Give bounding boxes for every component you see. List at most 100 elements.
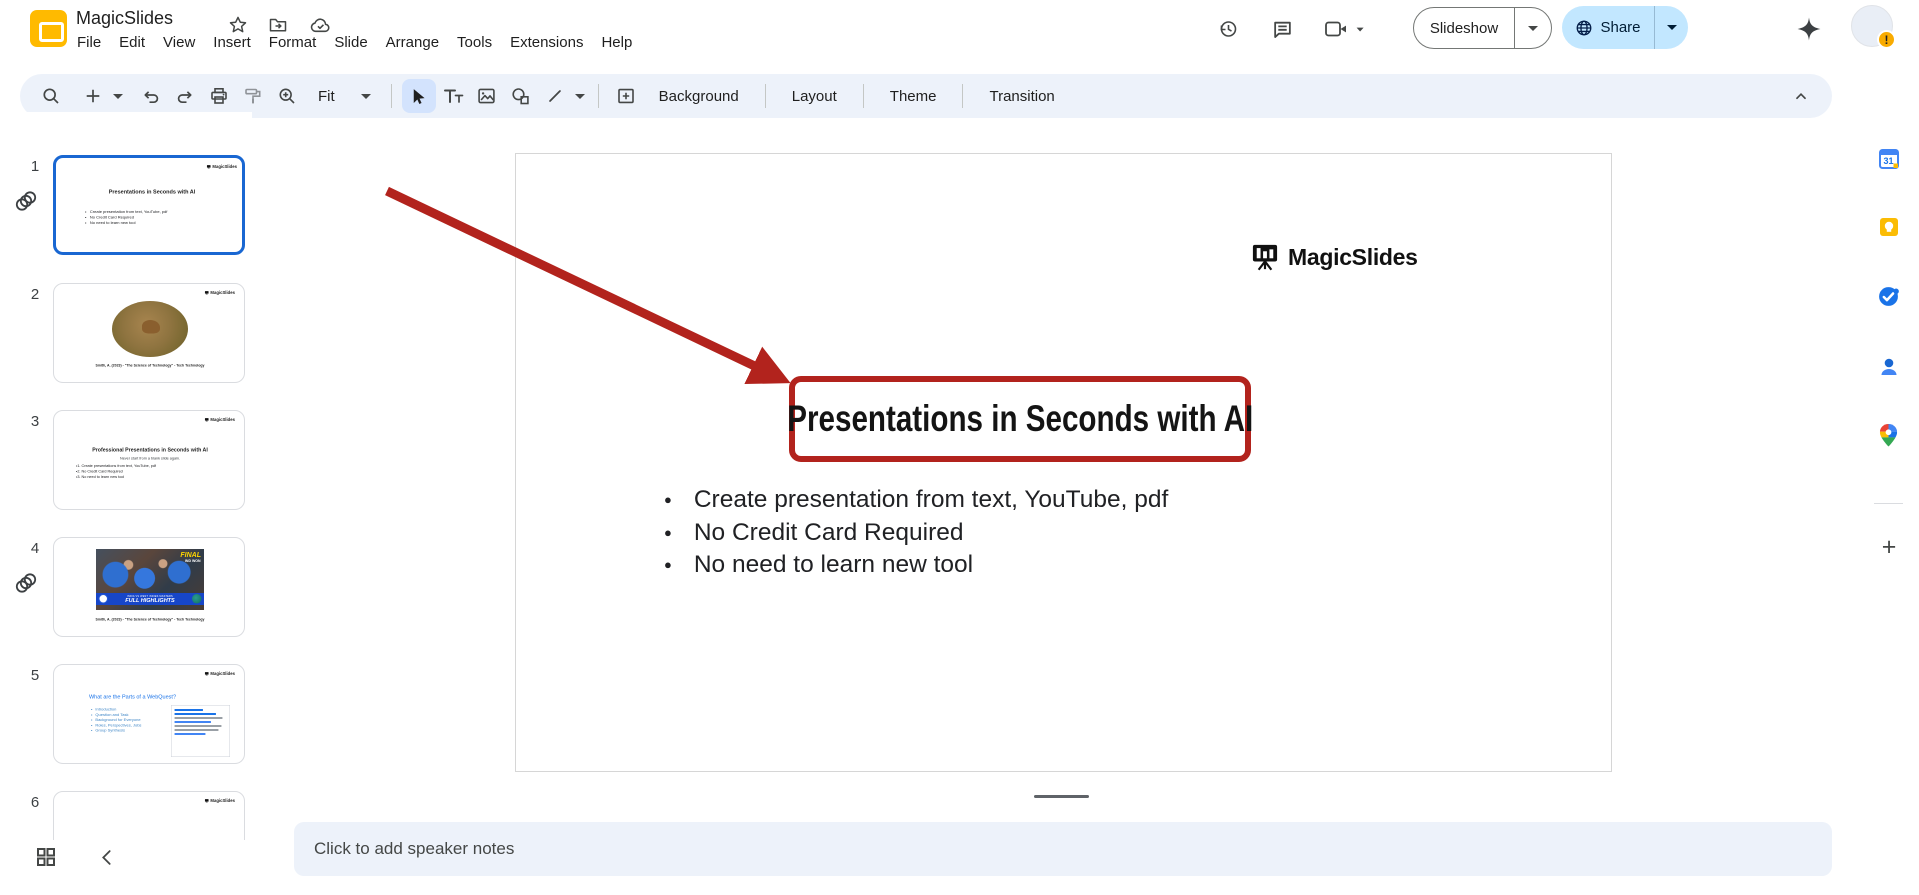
toolbar-divider — [862, 84, 864, 108]
search-menus-icon[interactable] — [34, 79, 68, 113]
side-panel-rail: 31 + — [1858, 56, 1919, 895]
menu-edit[interactable]: Edit — [110, 31, 154, 54]
magicslides-mini-logo: MagicSlides — [204, 671, 235, 676]
zoom-value: Fit — [318, 87, 335, 105]
slide-thumbnail-4[interactable]: FINAL IND WON INDIA VS WEST INDIES MASTE… — [53, 537, 245, 637]
slide-bullet: No need to learn new tool — [664, 550, 1168, 583]
layout-button[interactable]: Layout — [776, 82, 853, 111]
thumb-caption: Smith, A. (2023) - "The Science of Techn… — [95, 364, 205, 368]
share-button-group: Share — [1562, 6, 1688, 49]
maps-icon[interactable] — [1877, 424, 1900, 447]
print-icon[interactable] — [202, 79, 236, 113]
globe-icon — [1577, 20, 1592, 35]
gemini-sparkle-icon[interactable] — [1793, 13, 1825, 45]
paint-format-icon[interactable] — [236, 79, 270, 113]
magicslides-mini-logo: MagicSlides — [206, 164, 237, 169]
menu-arrange[interactable]: Arrange — [377, 31, 448, 54]
zoom-select[interactable]: Fit — [304, 88, 381, 105]
select-tool[interactable] — [401, 79, 436, 113]
new-slide-dropdown[interactable] — [110, 93, 126, 99]
menu-view[interactable]: View — [154, 31, 204, 54]
undo-button[interactable] — [134, 79, 168, 113]
menu-insert[interactable]: Insert — [204, 31, 260, 54]
magicslides-logo-text: MagicSlides — [1288, 243, 1418, 270]
slide-bullet-list[interactable]: Create presentation from text, YouTube, … — [664, 485, 1168, 583]
share-dropdown[interactable] — [1654, 6, 1688, 49]
slide-number: 6 — [30, 794, 40, 811]
slideshow-button[interactable]: Slideshow — [1414, 8, 1514, 48]
slide-thumbnail-6[interactable]: MagicSlides — [53, 791, 245, 840]
redo-button[interactable] — [168, 79, 202, 113]
overlay-final-text: FINAL — [180, 550, 201, 559]
workspace: MagicSlides Presentations in Seconds wit… — [252, 118, 1858, 840]
zoom-in-icon[interactable] — [270, 79, 304, 113]
comments-icon[interactable] — [1266, 13, 1298, 45]
menu-slide[interactable]: Slide — [325, 31, 376, 54]
insert-shape-tool[interactable] — [504, 79, 538, 113]
share-label: Share — [1600, 19, 1641, 36]
account-alert-badge[interactable]: ! — [1877, 30, 1896, 49]
document-title[interactable]: MagicSlides — [76, 8, 173, 29]
slide-link-rings-icon — [13, 570, 39, 596]
tasks-icon[interactable] — [1877, 285, 1900, 308]
slide-bullet: Create presentation from text, YouTube, … — [664, 485, 1168, 518]
hide-menus-chevron-up-icon[interactable] — [1784, 79, 1818, 113]
slide-number: 4 — [30, 540, 40, 557]
add-addon-plus-icon[interactable]: + — [1876, 533, 1902, 561]
version-history-icon[interactable] — [1212, 13, 1244, 45]
insert-image-tool[interactable] — [470, 79, 504, 113]
slide-number: 2 — [30, 286, 40, 303]
speaker-notes-input[interactable]: Click to add speaker notes — [294, 822, 1832, 876]
webquest-template-card — [171, 705, 230, 757]
background-button[interactable]: Background — [643, 82, 755, 111]
filmstrip: 1 2 3 4 5 6 MagicSlides Presentations in… — [0, 112, 252, 840]
notes-resize-handle[interactable] — [1034, 795, 1089, 798]
slide-bullet: No Credit Card Required — [664, 518, 1168, 551]
google-slides-app: MagicSlides File Edit View Insert Format… — [0, 0, 1919, 895]
svg-text:31: 31 — [1883, 156, 1893, 166]
cricket-video-thumbnail: FINAL IND WON INDIA VS WEST INDIES MASTE… — [96, 549, 204, 610]
magicslides-mini-logo: MagicSlides — [204, 290, 235, 295]
menu-extensions[interactable]: Extensions — [501, 31, 592, 54]
slide-link-rings-icon — [13, 188, 39, 214]
highlights-band: INDIA VS WEST INDIES MASTERS FULL HIGHLI… — [96, 593, 204, 605]
thumb-caption: Smith, A. (2023) - "The Science of Techn… — [95, 618, 205, 622]
menu-format[interactable]: Format — [260, 31, 326, 54]
slide-thumbnail-5[interactable]: MagicSlides What are the Parts of a WebQ… — [53, 664, 245, 764]
menu-tools[interactable]: Tools — [448, 31, 501, 54]
slide-thumbnail-2[interactable]: MagicSlides Smith, A. (2023) - "The Scie… — [53, 283, 245, 383]
overlay-subtext: IND WON — [184, 559, 201, 564]
contacts-icon[interactable] — [1877, 355, 1900, 378]
calendar-icon[interactable]: 31 — [1877, 147, 1900, 170]
share-button[interactable]: Share — [1562, 6, 1654, 49]
theme-button[interactable]: Theme — [874, 82, 953, 111]
slideshow-dropdown[interactable] — [1514, 8, 1551, 48]
toolbar-divider — [597, 84, 599, 108]
slide-title: Presentations in Seconds with AI — [787, 398, 1254, 439]
easel-icon — [1252, 244, 1278, 271]
menu-help[interactable]: Help — [592, 31, 641, 54]
keep-icon[interactable] — [1877, 215, 1900, 238]
new-slide-button[interactable] — [76, 79, 110, 113]
thumb-subtitle: Never start from a blank slide again. — [119, 456, 181, 461]
thumb-bullets: Create presentation from text, YouTube, … — [85, 209, 167, 226]
transition-button[interactable]: Transition — [973, 82, 1070, 111]
slide-thumbnail-1[interactable]: MagicSlides Presentations in Seconds wit… — [53, 155, 245, 255]
menu-file[interactable]: File — [68, 31, 110, 54]
insert-line-tool[interactable] — [538, 79, 572, 113]
text-box-tool[interactable] — [436, 79, 470, 113]
thumb-bullets: Introduction Question and Task Backgroun… — [91, 707, 141, 733]
chevron-down-icon — [360, 93, 371, 99]
slide-thumbnail-3[interactable]: MagicSlides Professional Presentations i… — [53, 410, 245, 510]
thumb-title: What are the Parts of a WebQuest? — [88, 694, 177, 700]
chevron-down-icon — [1666, 25, 1677, 30]
insert-placeholder-tool[interactable] — [609, 79, 643, 113]
slide-title-box[interactable]: Presentations in Seconds with AI — [787, 376, 1254, 462]
team-badge-right — [192, 594, 202, 604]
collapse-filmstrip-chevron-left-icon[interactable] — [94, 845, 118, 869]
grid-view-icon[interactable] — [32, 843, 60, 871]
meet-camera-icon[interactable] — [1322, 13, 1368, 45]
magicslides-mini-logo: MagicSlides — [204, 798, 235, 803]
slides-logo[interactable] — [30, 10, 67, 47]
line-dropdown[interactable] — [572, 93, 588, 99]
